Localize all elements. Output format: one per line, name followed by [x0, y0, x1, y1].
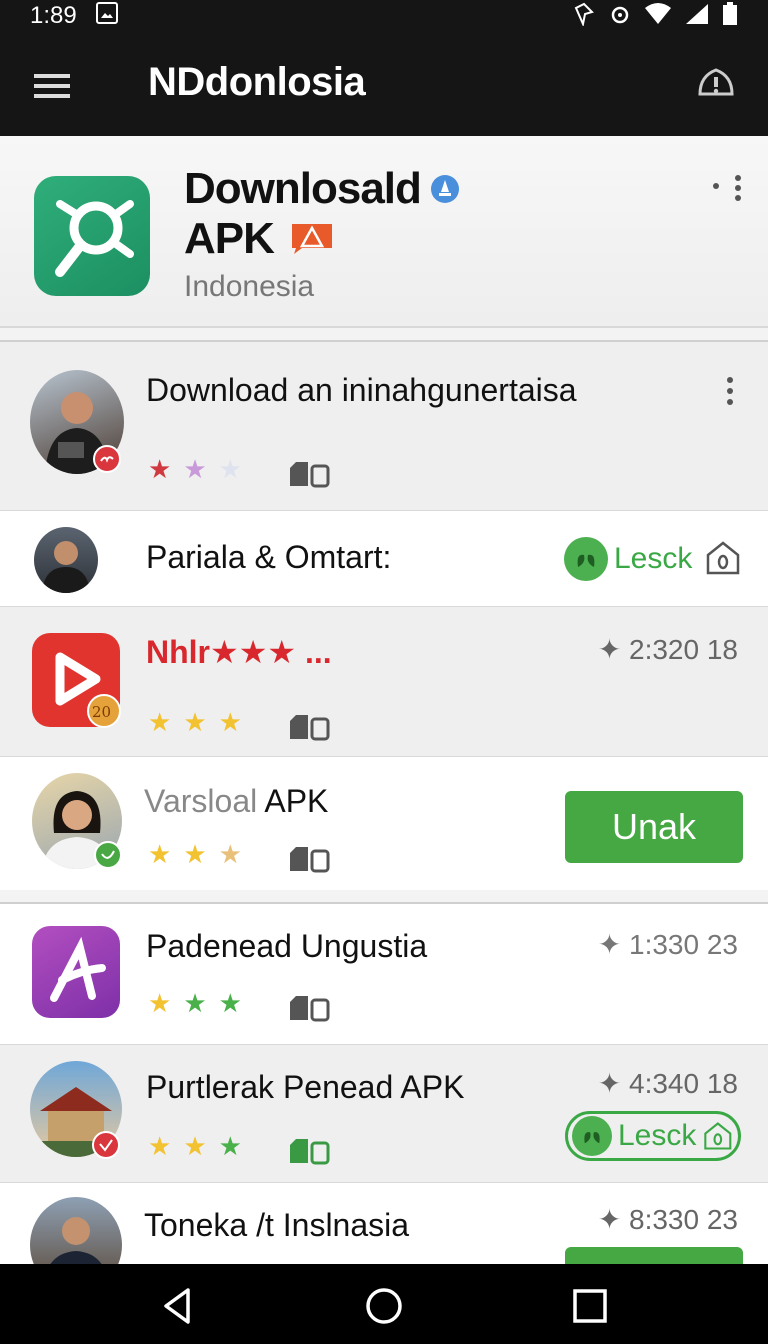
- star-icon: ★: [183, 707, 207, 737]
- star-icon: ★: [148, 454, 172, 484]
- device-icon: [290, 996, 330, 1022]
- star-icon: ★: [148, 707, 172, 737]
- list-item[interactable]: Pariala & Omtart: Lesck: [0, 510, 768, 606]
- list-item-meta: ✦ 1:330 23: [597, 929, 738, 960]
- home-icon: [704, 1122, 732, 1150]
- install-button[interactable]: Unak: [565, 791, 743, 863]
- plant-icon: [572, 1116, 612, 1156]
- device-icon: [290, 1139, 330, 1165]
- list-item[interactable]: Purtlerak Penead APK ✦ 4:340 18 ★ ★ ★ Le…: [0, 1044, 768, 1182]
- install-button[interactable]: [565, 1247, 743, 1264]
- wifi-icon: [645, 3, 671, 24]
- list-item-title-suffix: APK: [264, 783, 329, 819]
- star-icon: ★: [218, 1131, 242, 1161]
- list-item-title-prefix: Varsloal: [144, 783, 258, 819]
- status-bar: 1:89: [0, 0, 768, 36]
- avatar: [30, 1197, 122, 1264]
- app-title: NDdonlosia: [148, 60, 366, 104]
- navigation-bar: [0, 1264, 768, 1344]
- device-icon: [290, 462, 330, 488]
- alarm-icon: [611, 6, 629, 24]
- app-header-card: Downlosald APK Indonesia: [0, 136, 768, 328]
- system-icons: [572, 2, 738, 26]
- lock-button[interactable]: Lesck: [565, 1111, 741, 1161]
- list-item-title: Nhlr★★★ ...: [146, 634, 332, 670]
- verified-badge-icon: [431, 175, 459, 203]
- more-options-icon[interactable]: [706, 172, 746, 212]
- image-notification-icon: [96, 2, 118, 24]
- rating-stars: ★ ★ ★: [148, 988, 242, 1019]
- signal-icon: [686, 4, 708, 24]
- lock-button-label: Lesck: [618, 1119, 697, 1152]
- list-item[interactable]: 20 Nhlr★★★ ... ✦ 2:320 18 ★ ★ ★: [0, 606, 768, 756]
- app-logo: [34, 176, 150, 296]
- magnifier-logo-icon: [55, 200, 134, 277]
- battery-icon: [723, 2, 737, 25]
- list-item[interactable]: Toneka /t Inslnasia ✦ 8:330 23: [0, 1182, 768, 1264]
- app-subtitle: Indonesia: [184, 270, 315, 303]
- star-icon: ★: [148, 988, 172, 1018]
- list-item[interactable]: Padenead Ungustia ✦ 1:330 23 ★ ★ ★: [0, 902, 768, 1044]
- list-item-title: Padenead Ungustia: [146, 928, 428, 964]
- star-icon: ★: [183, 1131, 207, 1161]
- star-icon: ★: [218, 839, 242, 869]
- app-name-line2: APK: [184, 214, 275, 263]
- star-icon: ★: [218, 988, 242, 1018]
- list-item-title: Pariala & Omtart:: [146, 539, 392, 575]
- list-item-title: Download an ininahgunertaisa: [146, 372, 577, 408]
- device-icon: [290, 715, 330, 741]
- app-icon: [32, 926, 120, 1018]
- rating-stars: ★ ★ ★: [148, 707, 242, 738]
- rating-stars: ★ ★ ★: [148, 1131, 242, 1162]
- list-item-title: Purtlerak Penead APK: [146, 1069, 465, 1105]
- app-bar: NDdonlosia: [0, 36, 768, 136]
- notification-badge-icon: [93, 445, 121, 473]
- menu-icon[interactable]: [30, 66, 74, 106]
- star-icon: ★: [218, 707, 242, 737]
- home-icon[interactable]: [704, 539, 742, 577]
- list-item-meta: ✦ 2:320 18: [597, 634, 738, 665]
- list-item-title: Toneka /t Inslnasia: [144, 1207, 410, 1243]
- star-icon: ★: [183, 839, 207, 869]
- star-icon: ★: [218, 454, 242, 484]
- letter-a-logo-icon: [50, 936, 106, 1002]
- rating-stars: ★ ★ ★: [148, 454, 242, 485]
- location-icon: [574, 2, 594, 26]
- list-item-meta: ✦ 8:330 23: [597, 1204, 738, 1235]
- alert-icon[interactable]: [694, 60, 738, 104]
- plant-icon: [564, 537, 608, 581]
- warning-badge-icon: [292, 224, 332, 254]
- list-item[interactable]: Varsloal APK ★ ★ ★ Unak: [0, 756, 768, 890]
- back-icon[interactable]: [158, 1286, 198, 1326]
- star-icon: ★: [148, 1131, 172, 1161]
- home-icon[interactable]: [364, 1286, 404, 1326]
- check-badge-icon: [92, 1131, 120, 1159]
- star-icon: ★: [148, 839, 172, 869]
- app-name-line1: Downlosald: [184, 164, 422, 213]
- age-badge-label: 20: [92, 703, 112, 721]
- rating-stars: ★ ★ ★: [148, 839, 242, 870]
- star-icon: ★: [183, 988, 207, 1018]
- list-item-title: Varsloal APK: [144, 783, 328, 820]
- lock-button[interactable]: Lesck: [564, 537, 692, 581]
- check-badge-icon: [94, 841, 122, 869]
- star-icon: ★: [183, 454, 207, 484]
- list-item[interactable]: Download an ininahgunertaisa ★ ★ ★: [0, 340, 768, 510]
- list-item-meta: ✦ 4:340 18: [597, 1068, 738, 1099]
- lock-button-label: Lesck: [614, 542, 693, 575]
- device-icon: [290, 847, 330, 873]
- more-options-icon[interactable]: [716, 374, 744, 408]
- recents-icon[interactable]: [570, 1286, 610, 1326]
- status-time: 1:89: [30, 2, 77, 29]
- avatar: [34, 527, 98, 593]
